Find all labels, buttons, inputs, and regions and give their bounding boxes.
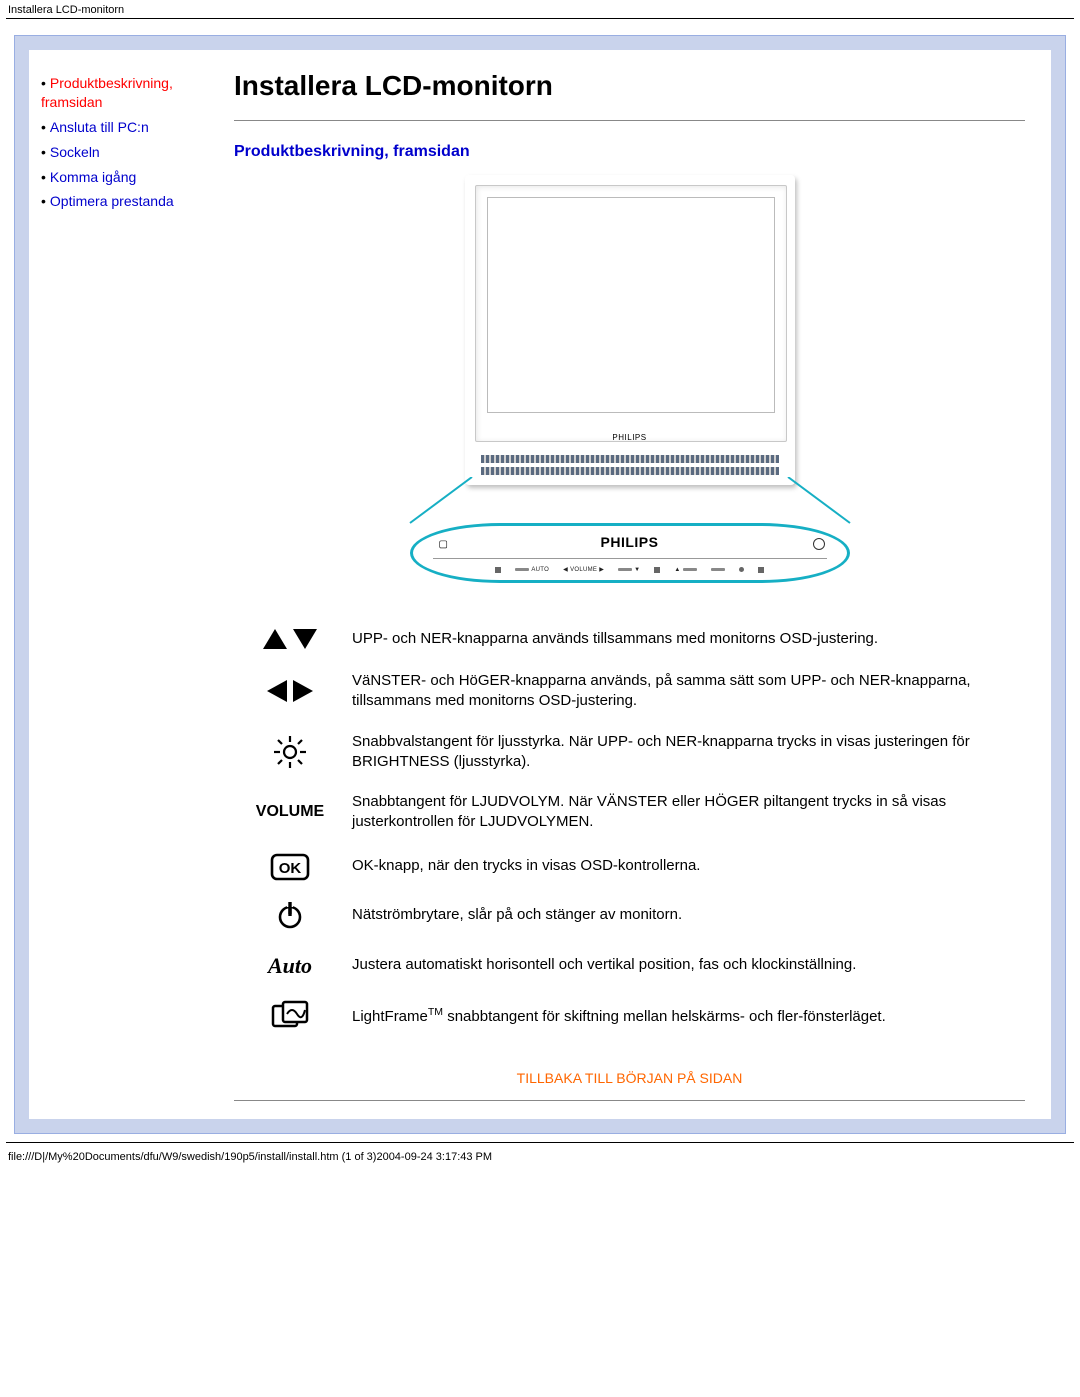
lightframe-icon [240, 1000, 340, 1032]
ok-icon: OK [240, 853, 340, 881]
footer-path: file:///D|/My%20Documents/dfu/W9/swedish… [0, 1143, 1080, 1167]
desc-text: Nätströmbrytare, slår på och stänger av … [346, 893, 1025, 939]
desc-row-volume: VOLUME Snabbtangent för LJUDVOLYM. När V… [234, 784, 1025, 841]
layout-table: •Produktbeskrivning, framsidan •Ansluta … [29, 50, 1051, 1119]
panel-btn-volume: ◀ VOLUME ▶ [563, 566, 604, 573]
panel-volume-label: VOLUME [570, 567, 597, 573]
panel-led [739, 566, 744, 573]
main-content: Installera LCD-monitorn Produktbeskrivni… [224, 50, 1051, 1119]
desc-text: VäNSTER- och HöGER-knapparna används, på… [346, 663, 1025, 720]
power-small-icon [813, 538, 825, 550]
power-icon [240, 901, 340, 931]
sidebar-item-label: Ansluta till PC:n [50, 119, 149, 135]
lightframe-suffix: snabbtangent för skiftning mellan helskä… [443, 1008, 886, 1025]
panel-btn-down: ▼ [618, 566, 640, 573]
panel-brand-label: PHILIPS [601, 534, 659, 550]
desc-row-left-right: VäNSTER- och HöGER-knapparna används, på… [234, 663, 1025, 720]
desc-text: LightFrameTM snabbtangent för skiftning … [346, 992, 1025, 1040]
section-title: Produktbeskrivning, framsidan [234, 143, 1025, 161]
monitor-control-panel: ▢ PHILIPS AUTO ◀ VOLUME ▶ [410, 523, 850, 583]
lightframe-tm: TM [428, 1006, 443, 1018]
sidebar: •Produktbeskrivning, framsidan •Ansluta … [29, 50, 224, 1119]
desc-text: Justera automatiskt horisontell och vert… [346, 943, 1025, 989]
desc-row-power: Nätströmbrytare, slår på och stänger av … [234, 893, 1025, 939]
bullet-icon: • [41, 119, 46, 135]
sidebar-item-getting-started[interactable]: •Komma igång [41, 168, 216, 187]
panel-btn-up: ▲ [674, 566, 696, 573]
desc-text: Snabbtangent för LJUDVOLYM. När VÄNSTER … [346, 784, 1025, 841]
panel-auto-label: AUTO [531, 567, 549, 573]
left-right-icon [240, 678, 340, 704]
back-to-top-link[interactable]: TILLBAKA TILL BÖRJAN PÅ SIDAN [234, 1070, 1025, 1086]
desc-row-brightness: Snabbvalstangent för ljusstyrka. När UPP… [234, 724, 1025, 781]
sidebar-item-label: Komma igång [50, 169, 136, 185]
bullet-icon: • [41, 75, 46, 91]
document-frame: •Produktbeskrivning, framsidan •Ansluta … [14, 35, 1066, 1134]
sidebar-item-connect-pc[interactable]: •Ansluta till PC:n [41, 118, 216, 137]
header-path: Installera LCD-monitorn [0, 0, 1080, 18]
sidebar-item-label: Optimera prestanda [50, 193, 174, 209]
controls-description-table: UPP- och NER-knapparna används tillsamma… [234, 615, 1025, 1044]
desc-row-lightframe: LightFrameTM snabbtangent för skiftning … [234, 992, 1025, 1040]
auto-icon: Auto [268, 953, 312, 978]
monitor-speaker-strip-top [481, 455, 779, 463]
svg-text:OK: OK [279, 860, 302, 877]
sidebar-item-optimize[interactable]: •Optimera prestanda [41, 192, 216, 211]
page: Installera LCD-monitorn •Produktbeskrivn… [0, 0, 1080, 1397]
bullet-icon: • [41, 193, 46, 209]
monitor-front: PHILIPS [465, 175, 795, 485]
desc-row-up-down: UPP- och NER-knapparna används tillsamma… [234, 619, 1025, 659]
panel-divider [433, 558, 827, 559]
lightframe-prefix: LightFrame [352, 1008, 428, 1025]
back-to-top-label: TILLBAKA TILL BÖRJAN PÅ SIDAN [517, 1070, 743, 1086]
bullet-icon: • [41, 144, 46, 160]
panel-row-brand: PHILIPS [427, 533, 833, 551]
sidebar-item-base[interactable]: •Sockeln [41, 143, 216, 162]
panel-btn-power [758, 566, 764, 573]
panel-btn-ok [654, 566, 660, 573]
panel-btn-brightness [711, 566, 725, 573]
lightframe-small-icon: ▢ [439, 539, 448, 550]
monitor-brand-label: PHILIPS [612, 433, 646, 442]
desc-text: UPP- och NER-knapparna används tillsamma… [346, 619, 1025, 659]
volume-icon: VOLUME [256, 803, 324, 820]
monitor-speaker-strip-bottom [481, 467, 779, 475]
sidebar-item-label: Produktbeskrivning, framsidan [41, 75, 173, 110]
desc-row-ok: OK OK-knapp, när den trycks in visas OSD… [234, 845, 1025, 889]
document-inner: •Produktbeskrivning, framsidan •Ansluta … [29, 50, 1051, 1119]
bullet-icon: • [41, 169, 46, 185]
title-rule [234, 120, 1025, 121]
desc-text: Snabbvalstangent för ljusstyrka. När UPP… [346, 724, 1025, 781]
brightness-icon [240, 735, 340, 769]
page-title: Installera LCD-monitorn [234, 70, 1025, 102]
desc-text: OK-knapp, när den trycks in visas OSD-ko… [346, 845, 1025, 889]
section-bottom-rule [234, 1100, 1025, 1101]
monitor-illustration: PHILIPS ▢ [400, 175, 860, 583]
zoom-lines [400, 483, 860, 523]
desc-row-auto: Auto Justera automatiskt horisontell och… [234, 943, 1025, 989]
top-rule [6, 18, 1074, 19]
panel-row-buttons: AUTO ◀ VOLUME ▶ ▼ ▲ [427, 566, 833, 573]
monitor-screen [487, 197, 775, 413]
panel-btn-lightframe [495, 566, 501, 573]
up-down-icon [240, 627, 340, 651]
panel-btn-auto: AUTO [515, 566, 549, 573]
sidebar-item-product-front[interactable]: •Produktbeskrivning, framsidan [41, 74, 216, 112]
sidebar-item-label: Sockeln [50, 144, 100, 160]
